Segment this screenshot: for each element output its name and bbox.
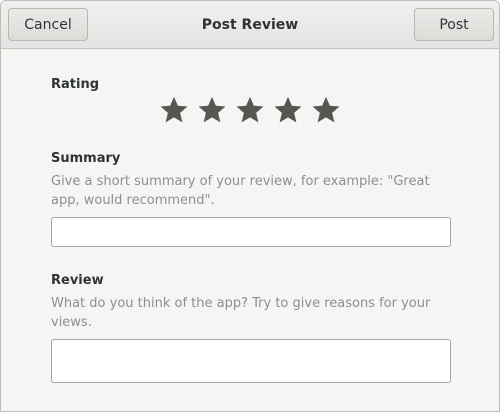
summary-input[interactable] <box>51 217 451 247</box>
summary-hint: Give a short summary of your review, for… <box>51 174 430 208</box>
summary-label: Summary <box>51 151 121 166</box>
star-1-icon[interactable] <box>159 95 189 125</box>
review-hint: What do you think of the app? Try to giv… <box>51 296 431 330</box>
post-button[interactable]: Post <box>414 8 494 41</box>
review-label: Review <box>51 273 104 288</box>
header-bar: Post Review Cancel Post <box>1 1 499 49</box>
star-5-icon[interactable] <box>311 95 341 125</box>
star-2-icon[interactable] <box>197 95 227 125</box>
review-textarea[interactable] <box>51 339 451 383</box>
star-4-icon[interactable] <box>273 95 303 125</box>
cancel-button[interactable]: Cancel <box>8 8 88 41</box>
star-rating[interactable] <box>159 95 341 125</box>
star-3-icon[interactable] <box>235 95 265 125</box>
rating-label: Rating <box>51 77 100 92</box>
post-review-dialog: Post Review Cancel Post Rating Summary G… <box>0 0 500 412</box>
